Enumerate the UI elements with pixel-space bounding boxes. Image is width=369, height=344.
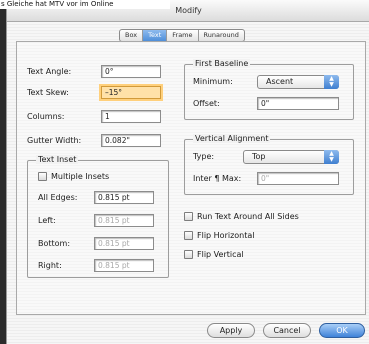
- flip-horizontal-row[interactable]: Flip Horizontal: [184, 231, 255, 240]
- run-text-around-row[interactable]: Run Text Around All Sides: [184, 212, 299, 221]
- run-text-around-label: Run Text Around All Sides: [197, 212, 299, 221]
- bottom-inset-label: Bottom:: [38, 239, 71, 248]
- left-inset-field[interactable]: 0.815 pt: [94, 214, 154, 227]
- flip-horizontal-checkbox[interactable]: [184, 231, 193, 240]
- right-inset-label: Right:: [38, 261, 62, 270]
- flip-vertical-checkbox[interactable]: [184, 250, 193, 259]
- type-popup[interactable]: Top ▲ ▼: [243, 150, 339, 164]
- multiple-insets-row[interactable]: Multiple Insets: [38, 172, 109, 181]
- background-caption: s Gleiche hat MTV vor im Online: [0, 0, 170, 9]
- minimum-popup[interactable]: Ascent ▲ ▼: [257, 75, 339, 89]
- text-skew-field[interactable]: –15°: [101, 86, 161, 99]
- flip-vertical-row[interactable]: Flip Vertical: [184, 250, 244, 259]
- tab-box[interactable]: Box: [120, 30, 144, 41]
- offset-label: Offset:: [193, 99, 220, 108]
- multiple-insets-label: Multiple Insets: [51, 172, 110, 181]
- bottom-inset-field[interactable]: 0.815 pt: [94, 237, 154, 250]
- all-edges-field[interactable]: 0.815 pt: [94, 191, 154, 204]
- tab-runaround[interactable]: Runaround: [199, 30, 244, 41]
- tab-content-panel: Text Angle: 0° Text Skew: –15° Columns: …: [16, 41, 366, 315]
- vertical-alignment-group: Vertical Alignment Type: Top ▲ ▼ Inter ¶ …: [184, 134, 354, 195]
- cancel-button[interactable]: Cancel: [263, 323, 311, 338]
- run-text-around-checkbox[interactable]: [184, 212, 193, 221]
- tab-frame[interactable]: Frame: [167, 30, 199, 41]
- columns-label: Columns:: [27, 112, 65, 121]
- inter-max-field[interactable]: 0": [257, 172, 339, 185]
- text-skew-label: Text Skew:: [27, 88, 69, 97]
- ok-button[interactable]: OK: [319, 323, 365, 338]
- text-angle-field[interactable]: 0°: [101, 65, 161, 78]
- popup-arrows-icon: ▲ ▼: [324, 150, 339, 164]
- minimum-label: Minimum:: [193, 77, 233, 86]
- offset-field[interactable]: 0": [257, 97, 339, 110]
- minimum-value: Ascent: [266, 77, 294, 86]
- gutter-width-label: Gutter Width:: [27, 136, 82, 145]
- text-inset-title: Text Inset: [36, 155, 79, 164]
- text-angle-label: Text Angle:: [27, 67, 72, 76]
- multiple-insets-checkbox[interactable]: [38, 172, 47, 181]
- vertical-alignment-title: Vertical Alignment: [193, 134, 271, 143]
- left-inset-label: Left:: [38, 216, 56, 225]
- text-inset-group: Text Inset Multiple Insets All Edges: 0.…: [27, 155, 169, 278]
- flip-vertical-label: Flip Vertical: [197, 250, 244, 259]
- modify-dialog: Modify Box Text Frame Runaround Text Ang…: [6, 0, 369, 344]
- type-label: Type:: [193, 152, 215, 161]
- first-baseline-title: First Baseline: [193, 59, 251, 68]
- first-baseline-group: First Baseline Minimum: Ascent ▲ ▼ Offset…: [184, 59, 354, 120]
- gutter-width-field[interactable]: 0.082": [101, 134, 161, 147]
- inter-max-label: Inter ¶ Max:: [193, 174, 242, 183]
- flip-horizontal-label: Flip Horizontal: [197, 231, 255, 240]
- type-value: Top: [252, 152, 266, 161]
- all-edges-label: All Edges:: [38, 193, 78, 202]
- right-inset-field[interactable]: 0.815 pt: [94, 259, 154, 272]
- apply-button[interactable]: Apply: [207, 323, 255, 338]
- popup-arrows-icon: ▲ ▼: [324, 75, 339, 89]
- tab-text[interactable]: Text: [143, 30, 168, 41]
- columns-field[interactable]: 1: [101, 110, 161, 123]
